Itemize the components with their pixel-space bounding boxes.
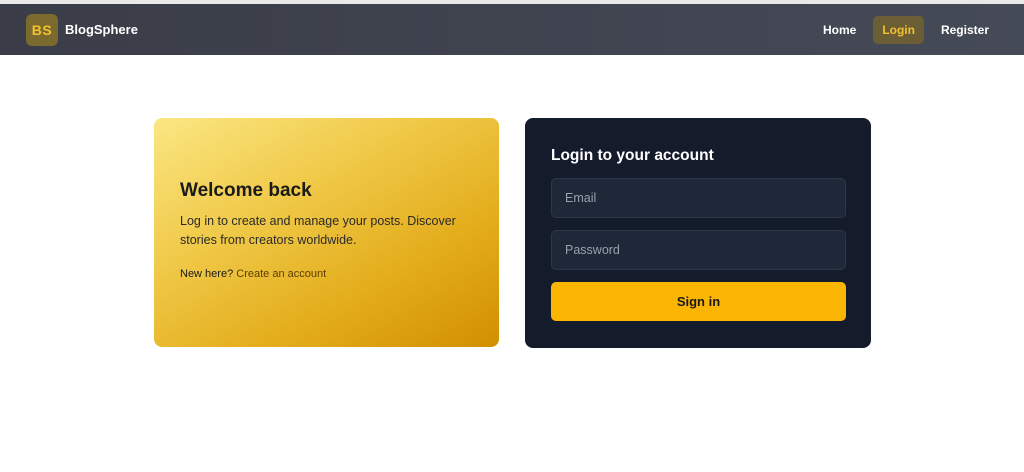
welcome-text: Log in to create and manage your posts. … [180, 214, 456, 247]
password-field[interactable] [551, 230, 846, 270]
login-title: Login to your account [551, 147, 714, 164]
new-here-label: New here? [180, 268, 234, 280]
email-field[interactable] [551, 178, 846, 218]
brand-logo[interactable]: BS [26, 13, 58, 46]
nav-login-link[interactable]: Login [873, 15, 924, 44]
brand[interactable]: BS BlogSphere [26, 13, 138, 46]
nav-links: Home Login Register [814, 15, 998, 44]
main-content: Welcome back Log in to create and manage… [0, 55, 1024, 472]
welcome-footer: New here? Create an account [180, 268, 473, 280]
welcome-title: Welcome back [180, 180, 312, 201]
login-card: Login to your account Sign in [525, 118, 871, 348]
create-account-link[interactable]: Create an account [236, 268, 326, 280]
brand-name[interactable]: BlogSphere [65, 22, 138, 37]
sign-in-button[interactable]: Sign in [551, 282, 846, 321]
welcome-card: Welcome back Log in to create and manage… [154, 118, 499, 347]
nav-register-link[interactable]: Register [932, 16, 998, 44]
nav-home-link[interactable]: Home [814, 16, 865, 44]
navbar: BS BlogSphere Home Login Register [0, 4, 1024, 55]
